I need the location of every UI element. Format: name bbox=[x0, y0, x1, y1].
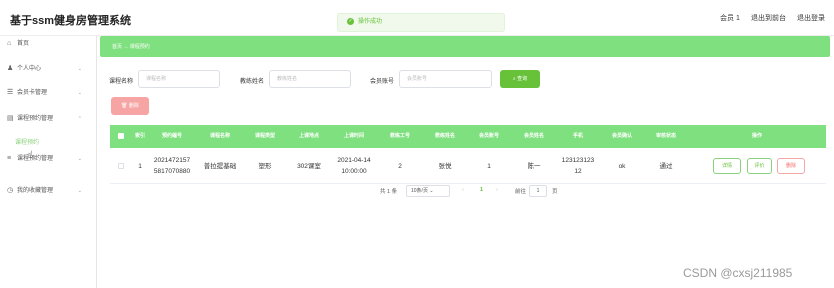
evaluate-button[interactable]: 评价 bbox=[747, 158, 772, 174]
clock-icon: ◷ bbox=[7, 187, 14, 194]
query-button-label: 查询 bbox=[517, 76, 528, 82]
top-bar: 基于ssm健身房管理系统 ✓ 操作成功 会员 1 退出到前台 退出登录 bbox=[0, 0, 834, 36]
success-toast: ✓ 操作成功 bbox=[337, 13, 505, 32]
batch-delete-button[interactable]: 🗑︎ 删除 bbox=[111, 97, 149, 115]
table-row: 1 2021472157 5817070880 普拉提基础 塑形 302课室 2… bbox=[110, 148, 826, 184]
select-all-checkbox[interactable] bbox=[118, 133, 124, 139]
prev-page-button[interactable]: ‹ bbox=[462, 187, 464, 193]
th-course-name: 课程名称 bbox=[209, 133, 230, 139]
td-index: 1 bbox=[138, 162, 142, 170]
td-phone: 123123123 12 bbox=[561, 157, 595, 175]
td-course-name: 普拉提基础 bbox=[203, 162, 237, 170]
td-location: 302课室 bbox=[297, 162, 321, 170]
watermark: CSDN @cxsj211985 bbox=[683, 266, 793, 280]
sidebar-item-label: 我的收藏管理 bbox=[17, 188, 54, 194]
chevron-down-icon: ⌄ bbox=[77, 156, 82, 162]
td-coach-name: 张悦 bbox=[438, 162, 452, 170]
sidebar-item-card[interactable]: ☰ 会员卡管理 ⌄ bbox=[0, 86, 97, 100]
chevron-down-icon: ⌄ bbox=[429, 188, 434, 194]
th-member-no: 会员账号 bbox=[478, 133, 499, 139]
sidebar-item-label: 课程预约管理 bbox=[17, 116, 54, 122]
detail-button[interactable]: 详情 bbox=[713, 158, 741, 174]
th-time: 上课时间 bbox=[343, 133, 364, 139]
user-icon: ♟ bbox=[7, 65, 14, 72]
teacher-label: 教练姓名 bbox=[240, 79, 265, 85]
toast-message: 操作成功 bbox=[358, 19, 383, 25]
table-header: 索引 预约编号 课程名称 课程类型 上课地点 上课时间 教练工号 教练姓名 会员… bbox=[110, 125, 826, 148]
pagination-total: 共 1 条 bbox=[380, 189, 398, 195]
chevron-up-icon: ⌃ bbox=[77, 116, 82, 122]
current-page-number[interactable]: 1 bbox=[480, 187, 483, 193]
th-location: 上课地点 bbox=[298, 133, 319, 139]
td-confirm: ok bbox=[618, 162, 626, 170]
check-circle-icon: ✓ bbox=[347, 17, 354, 25]
next-page-button[interactable]: › bbox=[496, 187, 498, 193]
td-member-no: 1 bbox=[487, 162, 491, 170]
trash-icon: 🗑︎ bbox=[121, 103, 129, 109]
query-button[interactable]: ⌕ 查询 bbox=[500, 70, 540, 88]
sidebar-item-home[interactable]: ⌂ 首页 bbox=[0, 37, 97, 51]
th-actions: 操作 bbox=[751, 133, 762, 139]
calendar-icon: ▤ bbox=[7, 115, 14, 122]
page-suffix: 页 bbox=[552, 189, 558, 195]
td-booking-no: 2021472157 5817070880 bbox=[153, 157, 191, 175]
th-index: 索引 bbox=[134, 133, 145, 139]
user-label: 会员 1 bbox=[720, 15, 740, 22]
main-content: 首页 → 课程预约 课程名称 课程名称 教练姓名 教练姓名 会员账号 会员账号 … bbox=[97, 36, 834, 288]
sidebar-item-label: 会员卡管理 bbox=[17, 90, 48, 96]
member-label: 会员账号 bbox=[370, 79, 395, 85]
breadcrumb-current: 课程预约 bbox=[129, 44, 150, 50]
sidebar-item-label: 个人中心 bbox=[17, 66, 42, 72]
th-booking-no: 预约编号 bbox=[161, 133, 182, 139]
td-time: 2021-04-14 10:00:00 bbox=[337, 157, 371, 175]
page-size-select[interactable]: 10条/页 ⌄ bbox=[406, 185, 450, 197]
breadcrumb-bar: 首页 → 课程预约 bbox=[100, 36, 830, 57]
chevron-down-icon: ⌄ bbox=[77, 188, 82, 194]
breadcrumb-home[interactable]: 首页 bbox=[112, 44, 122, 50]
breadcrumb: 首页 → 课程预约 bbox=[112, 43, 150, 50]
th-course-type: 课程类型 bbox=[254, 133, 275, 139]
row-delete-button[interactable]: 删除 bbox=[777, 158, 805, 174]
sidebar-item-favorites[interactable]: ◷ 我的收藏管理 ⌄ bbox=[0, 184, 97, 198]
chevron-down-icon: ⌄ bbox=[77, 66, 82, 72]
sidebar: ⌂ 首页 ♟ 个人中心 ⌄ ☰ 会员卡管理 ⌄ ▤ 课程预约管理 ⌃ 课程预约 … bbox=[0, 36, 97, 288]
goto-label: 前往 bbox=[515, 189, 527, 195]
goto-page-input[interactable]: 1 bbox=[529, 185, 547, 197]
course-name-label: 课程名称 bbox=[109, 79, 134, 85]
page-size-value: 10条/页 bbox=[411, 188, 428, 194]
th-coach-no: 教练工号 bbox=[389, 133, 410, 139]
row-select-cell[interactable] bbox=[110, 148, 132, 184]
td-status: 通过 bbox=[659, 162, 673, 170]
member-input[interactable]: 会员账号 bbox=[399, 70, 492, 88]
front-link[interactable]: 退出到前台 bbox=[751, 13, 786, 23]
th-phone: 手机 bbox=[572, 133, 583, 139]
chevron-down-icon: ⌄ bbox=[77, 90, 82, 96]
th-member-name: 会员姓名 bbox=[523, 133, 544, 139]
list-icon: ≡ bbox=[7, 155, 12, 162]
teacher-input[interactable]: 教练姓名 bbox=[269, 70, 351, 88]
sidebar-item-booking[interactable]: ▤ 课程预约管理 ⌃ bbox=[0, 112, 97, 126]
th-coach-name: 教练姓名 bbox=[434, 133, 455, 139]
th-status: 审核状态 bbox=[655, 133, 676, 139]
row-checkbox[interactable] bbox=[118, 163, 124, 169]
app-title: 基于ssm健身房管理系统 bbox=[10, 15, 132, 27]
sidebar-item-label: 首页 bbox=[17, 41, 30, 47]
td-member-name: 陈一 bbox=[527, 162, 541, 170]
sidebar-item-booking-2[interactable]: ≡ 课程预约管理 ⌄ bbox=[0, 152, 97, 166]
th-confirm: 会员确认 bbox=[611, 133, 632, 139]
home-icon: ⌂ bbox=[7, 40, 12, 47]
td-coach-no: 2 bbox=[398, 162, 402, 170]
hand-cursor-icon: ☝ bbox=[27, 150, 34, 161]
logout-link[interactable]: 退出登录 bbox=[797, 13, 825, 23]
card-icon: ☰ bbox=[7, 89, 14, 96]
delete-button-label: 删除 bbox=[128, 103, 139, 109]
sidebar-subitem-booking[interactable]: 课程预约 bbox=[15, 137, 39, 146]
course-name-input[interactable]: 课程名称 bbox=[138, 70, 220, 88]
select-all-cell[interactable] bbox=[110, 125, 132, 148]
sidebar-item-label: 课程预约管理 bbox=[17, 156, 54, 162]
sidebar-item-profile[interactable]: ♟ 个人中心 ⌄ bbox=[0, 62, 97, 76]
td-course-type: 塑形 bbox=[258, 162, 272, 170]
